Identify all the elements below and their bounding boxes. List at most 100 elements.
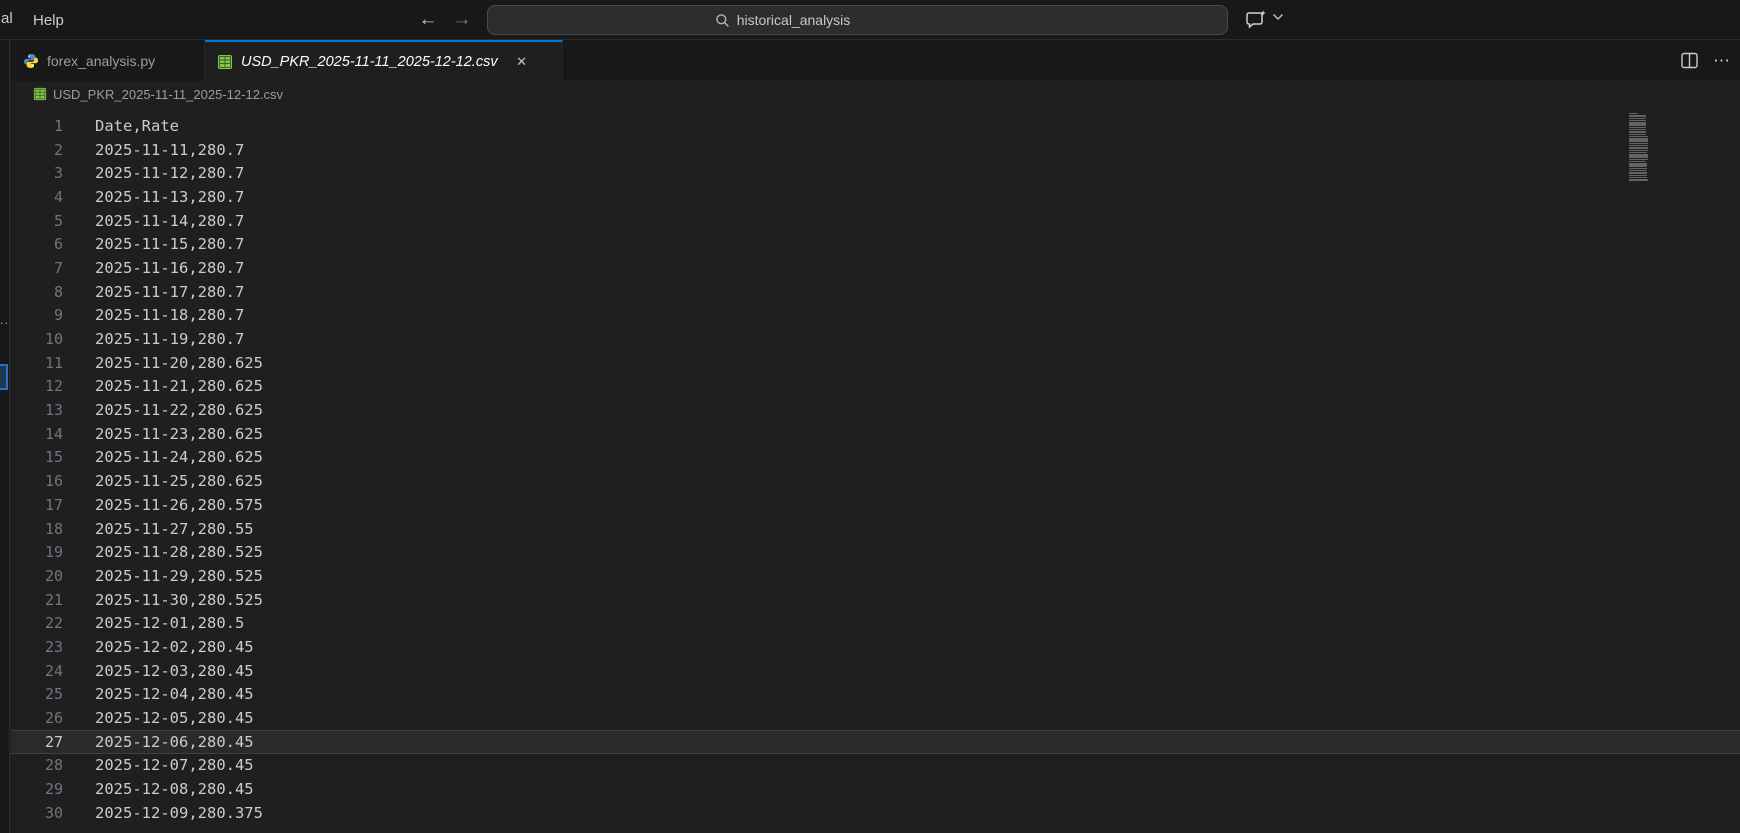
line-text: 2025-11-27,280.55 (95, 520, 254, 538)
tab-forex-analysis-py[interactable]: forex_analysis.py (11, 40, 205, 81)
line-number[interactable]: 14 (11, 425, 63, 443)
code-line[interactable]: 25 2025-12-04,280.45 (11, 683, 1740, 707)
forward-arrow-icon[interactable]: → (449, 7, 475, 33)
minimap-line-mark (1629, 156, 1648, 157)
line-number[interactable]: 11 (11, 354, 63, 372)
line-number[interactable]: 19 (11, 543, 63, 561)
code-line[interactable]: 32025-11-12,280.7 (11, 161, 1740, 185)
breadcrumb[interactable]: USD_PKR_2025-11-11_2025-12-12.csv (11, 81, 1740, 107)
line-number[interactable]: 17 (11, 496, 63, 514)
split-editor-icon[interactable] (1680, 51, 1699, 70)
line-number[interactable]: 4 (11, 188, 63, 206)
minimap-line-mark (1629, 179, 1648, 180)
code-line[interactable]: 11 2025-11-20,280.625 (11, 351, 1740, 375)
line-number[interactable]: 30 (11, 804, 63, 822)
code-line[interactable]: 232025-12-02,280.45 (11, 635, 1740, 659)
line-number[interactable]: 8 (11, 283, 63, 301)
sidebar-overflow-dots[interactable]: ... (0, 312, 10, 327)
minimap-line-mark (1629, 129, 1646, 130)
search-icon (715, 13, 730, 28)
close-icon[interactable]: ✕ (512, 52, 532, 72)
code-line[interactable]: 22025-11-11,280.7 (11, 138, 1740, 162)
line-number[interactable]: 29 (11, 780, 63, 798)
code-line[interactable]: 292025-12-08,280.45 (11, 777, 1740, 801)
line-number[interactable]: 16 (11, 472, 63, 490)
code-line[interactable]: 16 2025-11-25,280.625 (11, 469, 1740, 493)
line-number[interactable]: 24 (11, 662, 63, 680)
code-line[interactable]: 142025-11-23,280.625 (11, 422, 1740, 446)
line-number[interactable]: 6 (11, 235, 63, 253)
minimap-line-mark (1629, 168, 1647, 169)
more-actions-icon[interactable]: ⋯ (1709, 51, 1734, 71)
code-line[interactable]: 24 2025-12-03,280.45 (11, 659, 1740, 683)
line-number[interactable]: 26 (11, 709, 63, 727)
code-line[interactable]: 6 2025-11-15,280.7 (11, 232, 1740, 256)
line-text: 2025-12-04,280.45 (95, 685, 254, 703)
code-line[interactable]: 272025-12-06,280.45 (11, 730, 1740, 754)
line-number[interactable]: 28 (11, 756, 63, 774)
line-text: 2025-12-03,280.45 (95, 662, 254, 680)
line-number[interactable]: 13 (11, 401, 63, 419)
code-line[interactable]: 262025-12-05,280.45 (11, 706, 1740, 730)
code-line[interactable]: 92025-11-18,280.7 (11, 304, 1740, 328)
code-line[interactable]: 72025-11-16,280.7 (11, 256, 1740, 280)
line-number[interactable]: 2 (11, 141, 63, 159)
code-line[interactable]: 15 2025-11-24,280.625 (11, 446, 1740, 470)
line-number[interactable]: 23 (11, 638, 63, 656)
line-text: 2025-12-09,280.375 (95, 804, 263, 822)
line-text: 2025-11-17,280.7 (95, 283, 244, 301)
copilot-chat-icon[interactable] (1244, 8, 1268, 32)
line-number[interactable]: 5 (11, 212, 63, 230)
code-line[interactable]: 52025-11-14,280.7 (11, 209, 1740, 233)
minimap[interactable] (1629, 113, 1649, 181)
minimap-line-mark (1629, 143, 1648, 144)
line-text: 2025-11-25,280.625 (95, 472, 263, 490)
code-line[interactable]: 282025-12-07,280.45 (11, 754, 1740, 778)
line-text: 2025-11-19,280.7 (95, 330, 244, 348)
line-number[interactable]: 27 (11, 733, 63, 751)
line-number[interactable]: 21 (11, 591, 63, 609)
code-line[interactable]: 132025-11-22,280.625 (11, 398, 1740, 422)
line-number[interactable]: 12 (11, 377, 63, 395)
chevron-down-icon[interactable] (1272, 13, 1284, 21)
tab-label: USD_PKR_2025-11-11_2025-12-12.csv (241, 54, 498, 70)
line-number[interactable]: 18 (11, 520, 63, 538)
minimap-line-mark (1629, 118, 1646, 119)
line-text: 2025-11-20,280.625 (95, 354, 263, 372)
code-line[interactable]: 212025-11-30,280.525 (11, 588, 1740, 612)
code-line[interactable]: 202025-11-29,280.525 (11, 564, 1740, 588)
minimap-line-mark (1629, 138, 1648, 139)
line-number[interactable]: 10 (11, 330, 63, 348)
line-text: 2025-11-15,280.7 (95, 235, 244, 253)
line-number[interactable]: 20 (11, 567, 63, 585)
line-text: 2025-11-24,280.625 (95, 448, 263, 466)
code-line[interactable]: 8 2025-11-17,280.7 (11, 280, 1740, 304)
code-line[interactable]: 30 2025-12-09,280.375 (11, 801, 1740, 825)
menu-item-truncated[interactable]: al (1, 10, 13, 27)
minimap-line-mark (1629, 154, 1648, 155)
minimap-line-mark (1629, 177, 1647, 178)
code-line[interactable]: 1Date,Rate (11, 114, 1740, 138)
line-number[interactable]: 22 (11, 614, 63, 632)
code-line[interactable]: 122025-11-21,280.625 (11, 375, 1740, 399)
sidebar-focused-item-indicator[interactable] (0, 364, 8, 390)
code-line[interactable]: 10 2025-11-19,280.7 (11, 327, 1740, 351)
editor-group: forex_analysis.py USD_PKR_2025-11-11_202… (11, 40, 1740, 833)
line-number[interactable]: 15 (11, 448, 63, 466)
line-number[interactable]: 25 (11, 685, 63, 703)
code-line[interactable]: 192025-11-28,280.525 (11, 540, 1740, 564)
back-arrow-icon[interactable]: ← (415, 7, 441, 33)
csv-icon (217, 54, 233, 70)
code-line[interactable]: 222025-12-01,280.5 (11, 611, 1740, 635)
line-number[interactable]: 9 (11, 306, 63, 324)
menu-item-help[interactable]: Help (27, 10, 70, 31)
code-line[interactable]: 18 2025-11-27,280.55 (11, 517, 1740, 541)
code-line[interactable]: 172025-11-26,280.575 (11, 493, 1740, 517)
line-number[interactable]: 7 (11, 259, 63, 277)
line-number[interactable]: 3 (11, 164, 63, 182)
tab-usd-pkr-csv[interactable]: USD_PKR_2025-11-11_2025-12-12.csv ✕ (205, 40, 563, 81)
code-line[interactable]: 42025-11-13,280.7 (11, 185, 1740, 209)
minimap-line-mark (1629, 122, 1646, 123)
command-center-search[interactable]: historical_analysis (487, 5, 1228, 35)
line-number[interactable]: 1 (11, 117, 63, 135)
